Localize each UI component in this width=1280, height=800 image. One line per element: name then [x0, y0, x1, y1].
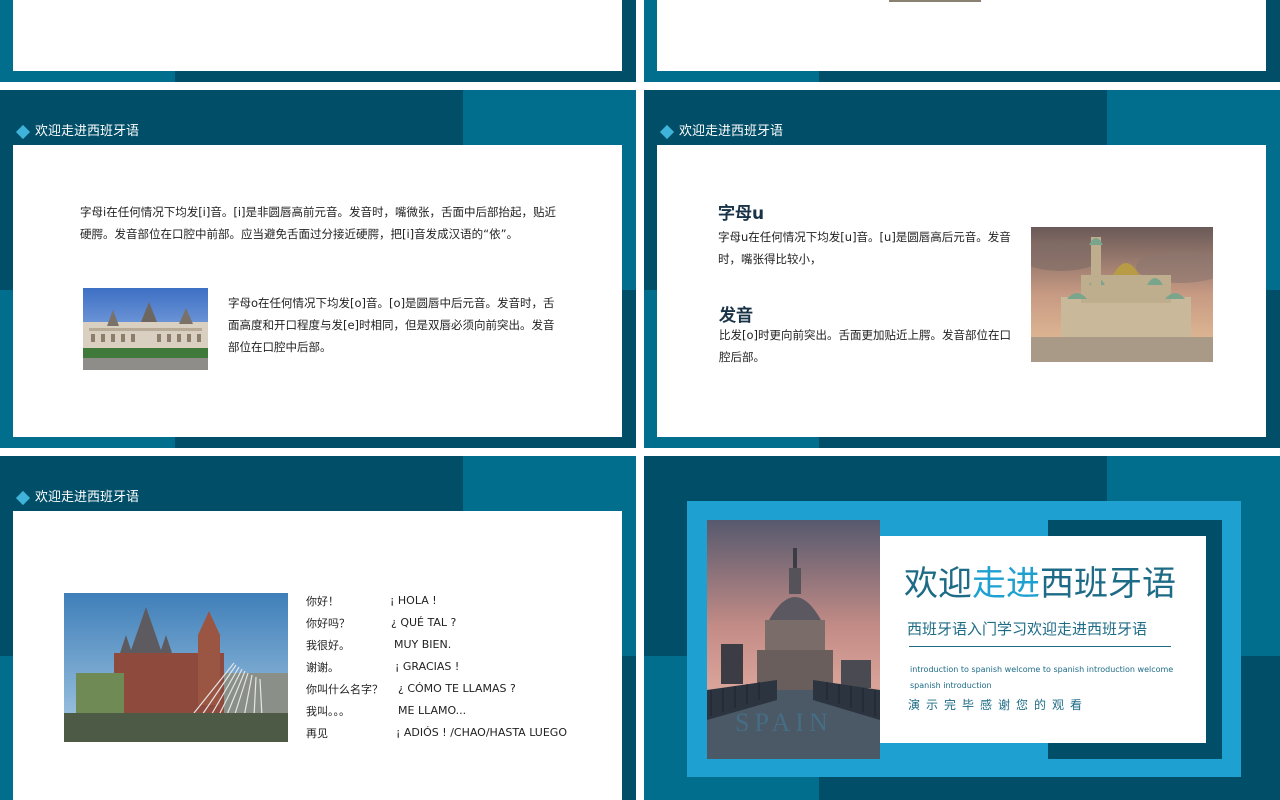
diamond-icon: [15, 124, 31, 140]
diamond-icon: [659, 124, 675, 140]
st-pauls-photo: SPAIN: [707, 520, 880, 759]
closing-thanks: 演示完毕感谢您的观看: [908, 698, 1089, 712]
cathedral-photo-icon: [1031, 227, 1213, 362]
closing-title-part1: 欢迎: [904, 564, 972, 604]
slide-letter-u[interactable]: 欢迎走进西班牙语 字母u 字母u在任何情况下均发[u]音。[u]是圆唇高后元音。…: [644, 90, 1280, 448]
slide-card: [13, 0, 622, 71]
phrase-es: ¿ QUÉ TAL ?: [391, 616, 457, 629]
letter-o-paragraph: 字母o在任何情况下均发[o]音。[o]是圆唇中后元音。发音时，舌面高度和开口程度…: [228, 296, 555, 354]
slide-header-text: 欢迎走进西班牙语: [35, 124, 140, 139]
slide-phrases[interactable]: 欢迎走进西班牙语 你好！ ¡ HOLA ! 你好吗？ ¿ QUÉ TAL ? 我…: [0, 456, 636, 800]
spain-watermark: SPAIN: [735, 708, 833, 737]
pronunciation-paragraph: 比发[o]时更向前突出。舌面更加贴近上腭。发音部位在口腔后部。: [719, 328, 1012, 364]
phrase-cn: 你好！: [306, 595, 339, 608]
phrase-cn: 谢谢。: [306, 661, 339, 674]
letter-u-title: 字母u: [718, 204, 765, 224]
slide-header-text: 欢迎走进西班牙语: [35, 490, 140, 505]
church-photo-icon: [64, 593, 288, 742]
slide-card: 字母u 字母u在任何情况下均发[u]音。[u]是圆唇高后元音。发音时，嘴张得比较…: [657, 145, 1266, 437]
slide-closing[interactable]: SPAIN 欢迎走进西班牙语 西班牙语入门学习欢迎走进西班牙语 introduc…: [644, 456, 1280, 800]
slide-card: 你好！ ¡ HOLA ! 你好吗？ ¿ QUÉ TAL ? 我很好。 MUY B…: [13, 511, 622, 800]
phrase-es: ¿ CÓMO TE LLAMAS ?: [398, 682, 516, 695]
letter-i-paragraph: 字母i在任何情况下均发[i]音。[i]是非圆唇高前元音。发音时，嘴微张，舌面中后…: [80, 205, 557, 241]
pronunciation-title: 发音: [719, 306, 753, 326]
diamond-icon: [15, 490, 31, 506]
phrase-cn: 我叫。。。: [306, 705, 350, 718]
phrase-es: ¡ ADIÓS ! /CHAO/HASTA LUEGO: [396, 726, 567, 739]
slide-header: 欢迎走进西班牙语: [659, 124, 784, 140]
photo-edge: [889, 0, 981, 2]
phrase-cn: 你叫什么名字？: [306, 683, 383, 696]
slide-card: 字母i在任何情况下均发[i]音。[i]是非圆唇高前元音。发音时，嘴微张，舌面中后…: [13, 145, 622, 437]
slide-card: [657, 0, 1266, 71]
closing-title-part3: 西班牙语: [1040, 564, 1176, 604]
closing-subtitle: 西班牙语入门学习欢迎走进西班牙语: [907, 620, 1148, 638]
slide-header: 欢迎走进西班牙语: [15, 490, 140, 506]
phrase-es: ¡ HOLA !: [390, 594, 437, 607]
closing-title: 欢迎走进西班牙语: [904, 564, 1176, 604]
moscow-gum-photo: [83, 288, 208, 370]
letter-u-paragraph: 字母u在任何情况下均发[u]音。[u]是圆唇高后元音。发音时，嘴张得比较小，: [718, 230, 1011, 266]
phrase-cn: 我很好。: [306, 639, 350, 652]
slide-header-text: 欢迎走进西班牙语: [679, 124, 784, 139]
phrase-cn: 再见: [306, 727, 328, 740]
church-sculpture-photo: [64, 593, 288, 742]
cathedral-photo: [1031, 227, 1213, 362]
building-photo-icon: [83, 288, 208, 370]
closing-english: introduction to spanish welcome to spani…: [910, 665, 1174, 690]
slide-header: 欢迎走进西班牙语: [15, 124, 140, 140]
phrase-es: MUY BIEN.: [394, 638, 452, 651]
slide-top-left[interactable]: [0, 0, 636, 82]
slide-letter-i-o[interactable]: 欢迎走进西班牙语 字母i在任何情况下均发[i]音。[i]是非圆唇高前元音。发音时…: [0, 90, 636, 448]
phrase-es: ¡ GRACIAS !: [395, 660, 460, 673]
closing-title-part2: 走进: [972, 564, 1040, 604]
phrase-cn: 你好吗？: [306, 617, 350, 630]
closing-divider: [909, 646, 1171, 647]
slide-top-right[interactable]: [644, 0, 1280, 82]
phrase-es: ME LLAMO...: [398, 704, 467, 717]
